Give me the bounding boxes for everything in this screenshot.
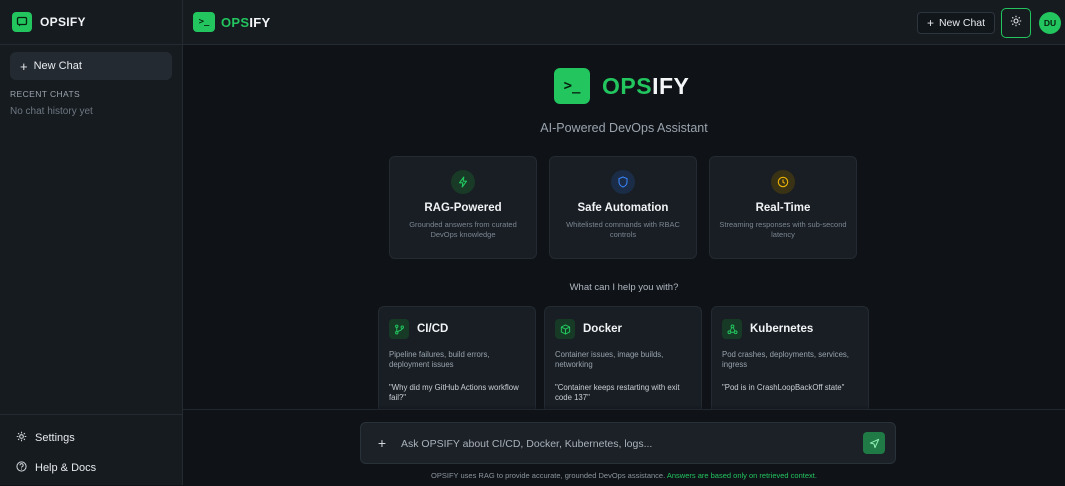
send-button[interactable] <box>863 432 885 454</box>
hero-logo: >_ OPSIFY <box>554 68 689 104</box>
sidebar-new-chat-button[interactable]: + New Chat <box>10 52 172 80</box>
clock-icon <box>771 170 795 194</box>
topic-desc: Container issues, image builds, networki… <box>555 350 664 369</box>
chat-logo-icon <box>12 12 32 32</box>
sun-icon <box>1010 14 1022 32</box>
feature-desc: Whitelisted commands with RBAC controls <box>566 220 680 239</box>
attach-plus-icon[interactable]: + <box>373 433 391 453</box>
brand-part-ops: OPS <box>221 14 250 30</box>
feature-title: RAG-Powered <box>424 202 502 214</box>
help-docs-link[interactable]: Help & Docs <box>16 461 96 475</box>
user-avatar[interactable]: DU <box>1039 12 1061 34</box>
brand-part-ify: IFY <box>249 14 271 30</box>
chat-input[interactable] <box>399 431 833 457</box>
feature-card-rag: RAG-Powered Grounded answers from curate… <box>389 156 537 259</box>
topbar-logo[interactable]: >_ OPSIFY <box>193 12 270 32</box>
topbar-new-chat-button[interactable]: + New Chat <box>917 12 995 34</box>
topic-card-cicd[interactable]: CI/CD Pipeline failures, build errors, d… <box>378 306 536 410</box>
topic-card-kubernetes[interactable]: Kubernetes Pod crashes, deployments, ser… <box>711 306 869 410</box>
topic-title: Docker <box>583 323 622 335</box>
sidebar: OPSIFY + New Chat RECENT CHATS No chat h… <box>0 0 183 485</box>
chat-input-bar: + <box>360 422 896 464</box>
disclaimer-highlight: Answers are based only on retrieved cont… <box>666 471 817 480</box>
feature-card-safe-automation: Safe Automation Whitelisted commands wit… <box>549 156 697 259</box>
new-chat-label: New Chat <box>33 60 82 72</box>
hero-subtitle: AI-Powered DevOps Assistant <box>540 121 708 135</box>
topic-title: CI/CD <box>417 323 449 335</box>
composer-area: + OPSIFY uses RAG to provide accurate, g… <box>183 409 1065 486</box>
topic-head: Docker <box>555 319 622 339</box>
help-docs-label: Help & Docs <box>35 462 97 474</box>
terminal-icon: >_ <box>554 68 590 104</box>
terminal-icon: >_ <box>193 12 215 32</box>
hero-brand: OPSIFY <box>602 73 689 100</box>
new-chat-label: New Chat <box>938 17 986 29</box>
sidebar-footer: Settings Help & Docs <box>0 414 182 485</box>
help-circle-icon <box>16 461 27 475</box>
main-content: >_ OPSIFY AI-Powered DevOps Assistant RA… <box>183 45 1065 486</box>
settings-link[interactable]: Settings <box>16 431 75 445</box>
settings-label: Settings <box>35 432 75 444</box>
empty-history-text: No chat history yet <box>10 106 93 117</box>
topic-example: "Pod is in CrashLoopBackOff state" <box>722 383 845 392</box>
topic-example: "Container keeps restarting with exit co… <box>555 383 680 402</box>
plus-icon: + <box>20 58 28 74</box>
recent-chats-heading: RECENT CHATS <box>10 89 81 99</box>
sidebar-header: OPSIFY <box>0 0 182 45</box>
disclaimer: OPSIFY uses RAG to provide accurate, gro… <box>183 471 1065 480</box>
topic-head: Kubernetes <box>722 319 813 339</box>
sidebar-title: OPSIFY <box>40 15 86 29</box>
brand-part-ify: IFY <box>652 72 690 99</box>
topbar-brand: OPSIFY <box>221 15 270 30</box>
cluster-icon <box>722 319 742 339</box>
feature-desc: Streaming responses with sub-second late… <box>719 220 847 239</box>
plus-icon: + <box>926 16 934 30</box>
feature-title: Safe Automation <box>577 202 669 214</box>
brand-part-ops: OPS <box>602 72 653 99</box>
disclaimer-text: OPSIFY uses RAG to provide accurate, gro… <box>431 471 666 480</box>
topic-desc: Pod crashes, deployments, services, ingr… <box>722 350 849 369</box>
feature-title: Real-Time <box>755 202 811 214</box>
bolt-icon <box>451 170 475 194</box>
git-branch-icon <box>389 319 409 339</box>
package-icon <box>555 319 575 339</box>
feature-desc: Grounded answers from curated DevOps kno… <box>409 220 517 239</box>
topic-head: CI/CD <box>389 319 448 339</box>
topic-title: Kubernetes <box>750 323 814 335</box>
feature-card-real-time: Real-Time Streaming responses with sub-s… <box>709 156 857 259</box>
app-root: OPSIFY + New Chat RECENT CHATS No chat h… <box>0 0 1065 486</box>
top-bar: >_ OPSIFY + New Chat DU <box>183 0 1065 45</box>
topic-card-docker[interactable]: Docker Container issues, image builds, n… <box>544 306 702 410</box>
shield-icon <box>611 170 635 194</box>
help-question: What can I help you with? <box>569 282 679 293</box>
topic-example: "Why did my GitHub Actions workflow fail… <box>389 383 519 402</box>
send-icon <box>869 438 879 448</box>
topic-desc: Pipeline failures, build errors, deploym… <box>389 350 490 369</box>
theme-toggle-button[interactable] <box>1001 8 1031 38</box>
gear-icon <box>16 431 27 445</box>
